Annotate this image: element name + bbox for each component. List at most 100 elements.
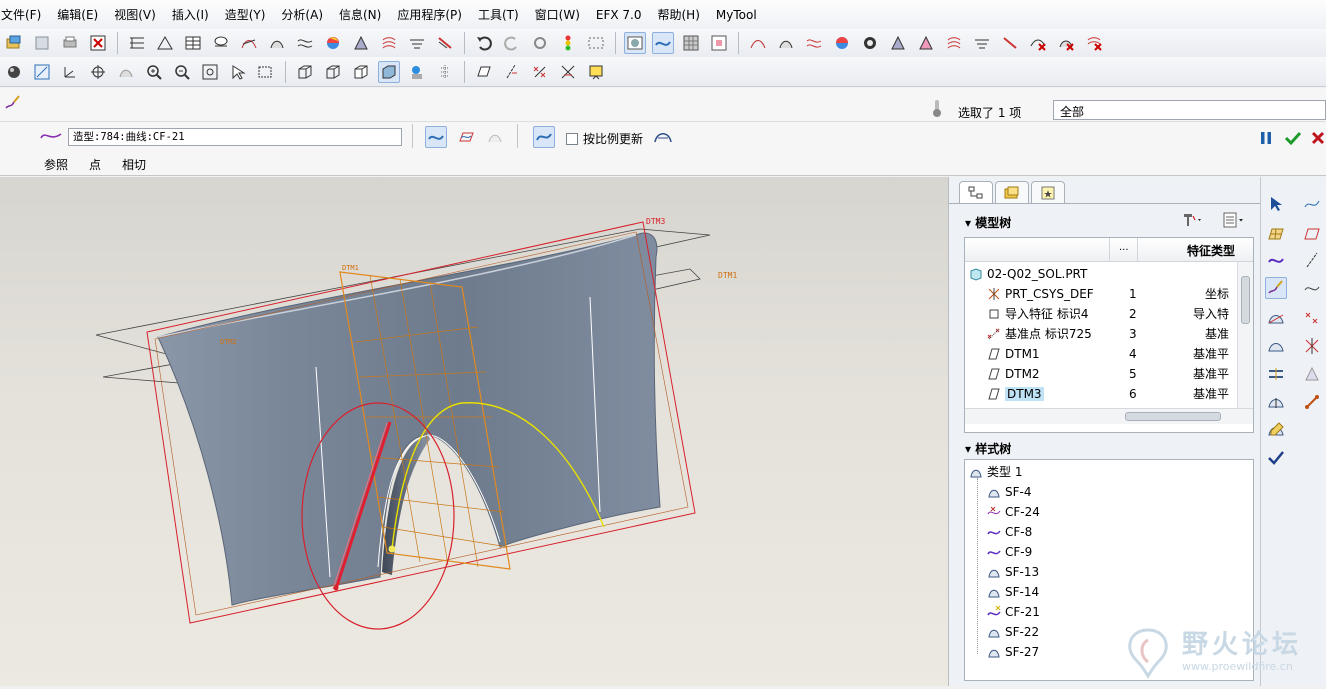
triangle-icon[interactable]	[154, 32, 176, 54]
graphics-viewport[interactable]: DTM3 DTM1 DTM2 DTM1	[0, 177, 948, 686]
planar-curve-icon[interactable]	[455, 126, 477, 148]
layer-icon[interactable]	[210, 32, 232, 54]
cancel-x-icon[interactable]	[1310, 130, 1326, 149]
menu-view[interactable]: 视图(V)	[113, 6, 156, 23]
traffic-light-icon[interactable]	[557, 32, 579, 54]
tab-references[interactable]: 参照	[44, 156, 68, 173]
vscroll-thumb[interactable]	[1241, 276, 1250, 324]
regenerate-icon[interactable]	[529, 32, 551, 54]
menu-edit[interactable]: 编辑(E)	[56, 6, 98, 23]
analysis-9-icon[interactable]	[971, 32, 993, 54]
select-box-icon[interactable]	[585, 32, 607, 54]
col-dots-header[interactable]: ...	[1119, 242, 1129, 253]
mesh-icon[interactable]	[266, 32, 288, 54]
curve-create-icon[interactable]	[1265, 249, 1287, 271]
pause-icon[interactable]	[1258, 130, 1274, 149]
dtm3-label[interactable]: DTM3	[646, 217, 665, 226]
sphere-icon[interactable]	[3, 61, 25, 83]
plane-tool-icon[interactable]	[1301, 223, 1323, 245]
tree-row-dtm3[interactable]: DTM3	[987, 384, 1044, 404]
model-tree-hscroll[interactable]	[965, 408, 1253, 424]
close-window-icon[interactable]	[87, 32, 109, 54]
datum-axis-display-icon[interactable]	[501, 61, 523, 83]
menu-mytool[interactable]: MyTool	[715, 8, 757, 22]
tree-row-csys[interactable]: PRT_CSYS_DEF	[987, 284, 1094, 304]
shading-mode-icon[interactable]	[624, 32, 646, 54]
tree-root-part[interactable]: 02-Q02_SOL.PRT	[969, 264, 1087, 284]
curve-endpoint[interactable]	[388, 545, 396, 553]
free-curve-icon[interactable]	[425, 126, 447, 148]
shade-icon[interactable]	[322, 32, 344, 54]
draft-check-icon[interactable]	[350, 32, 372, 54]
section-icon[interactable]	[406, 32, 428, 54]
style-item-sf14[interactable]: SF-14	[987, 582, 1039, 602]
checkbox-box[interactable]	[566, 132, 578, 145]
curvature-icon[interactable]	[294, 32, 316, 54]
style-item-sf22[interactable]: SF-22	[987, 622, 1039, 642]
zoom-in-icon[interactable]	[143, 61, 165, 83]
saved-views-icon[interactable]	[255, 61, 277, 83]
csys-display-icon[interactable]	[557, 61, 579, 83]
menu-tools[interactable]: 工具(T)	[477, 6, 519, 23]
annotation-display-icon[interactable]	[585, 61, 607, 83]
tree-settings-icon[interactable]	[1181, 211, 1207, 232]
surface-analysis-icon[interactable]	[238, 32, 260, 54]
style-item-sf27[interactable]: SF-27	[987, 642, 1039, 662]
analysis-1-icon[interactable]	[747, 32, 769, 54]
spin-center-icon[interactable]	[87, 61, 109, 83]
zoom-window-icon[interactable]	[31, 61, 53, 83]
save-icon[interactable]	[31, 32, 53, 54]
delete-analysis-3-icon[interactable]	[1083, 32, 1105, 54]
menu-applications[interactable]: 应用程序(P)	[396, 6, 462, 23]
csys-tool-icon[interactable]	[1301, 335, 1323, 357]
model-tree-title[interactable]: ▾ 模型树	[965, 214, 1011, 231]
delete-analysis-2-icon[interactable]	[1055, 32, 1077, 54]
analysis-4-icon[interactable]	[831, 32, 853, 54]
analysis-10-icon[interactable]	[999, 32, 1021, 54]
datum-plane-display-icon[interactable]	[473, 61, 495, 83]
surface-edit-icon[interactable]	[1265, 419, 1287, 441]
zoom-out-icon[interactable]	[171, 61, 193, 83]
analysis-8-icon[interactable]	[943, 32, 965, 54]
style-item-cf8[interactable]: CF-8	[987, 522, 1032, 542]
edit-curve-tool-icon[interactable]	[1265, 277, 1287, 299]
menu-window[interactable]: 窗口(W)	[534, 6, 580, 23]
draft-tool-icon[interactable]	[1301, 363, 1323, 385]
point-tool-icon[interactable]	[1301, 307, 1323, 329]
table-icon[interactable]	[182, 32, 204, 54]
menu-insert[interactable]: 插入(I)	[171, 6, 209, 23]
menu-info[interactable]: 信息(N)	[338, 6, 381, 23]
hscroll-thumb[interactable]	[1125, 412, 1221, 421]
curve-tool-icon[interactable]	[1301, 193, 1323, 215]
wireframe-icon[interactable]	[294, 61, 316, 83]
tangent-endpoint[interactable]	[333, 585, 339, 591]
curve-end-icon[interactable]	[652, 128, 674, 147]
curvature-plot-icon[interactable]	[533, 126, 555, 148]
print-icon[interactable]	[59, 32, 81, 54]
datum-point-display-icon[interactable]	[529, 61, 551, 83]
hidden-line-icon[interactable]	[322, 61, 344, 83]
redo-icon[interactable]	[501, 32, 523, 54]
dtm-top-label[interactable]: DTM1	[342, 264, 359, 272]
wave-tool-icon[interactable]	[1301, 277, 1323, 299]
confirm-check-icon[interactable]	[1284, 130, 1302, 149]
style-item-cf21[interactable]: CF-21	[987, 602, 1040, 622]
cos-curve-icon[interactable]	[484, 126, 506, 148]
menu-file[interactable]: 文件(F)	[0, 6, 41, 23]
reflection-icon[interactable]	[378, 32, 400, 54]
undo-icon[interactable]	[473, 32, 495, 54]
tree-row-datum-point[interactable]: 基准点 标识725	[987, 324, 1092, 344]
analysis-3-icon[interactable]	[803, 32, 825, 54]
plane-display-icon[interactable]	[708, 32, 730, 54]
repaint-icon[interactable]	[227, 61, 249, 83]
style-item-sf13[interactable]: SF-13	[987, 562, 1039, 582]
menu-efx[interactable]: EFX 7.0	[595, 8, 642, 22]
col-type-header[interactable]: 特征类型	[1187, 242, 1235, 259]
mesh-display-icon[interactable]	[680, 32, 702, 54]
menu-help[interactable]: 帮助(H)	[657, 6, 700, 23]
favorites-tab[interactable]	[1031, 181, 1065, 203]
style-item-cf24[interactable]: CF-24	[987, 502, 1040, 522]
surface-connect-icon[interactable]	[1265, 363, 1287, 385]
offset-tool-icon[interactable]	[1301, 391, 1323, 413]
curve-display-icon[interactable]	[652, 32, 674, 54]
